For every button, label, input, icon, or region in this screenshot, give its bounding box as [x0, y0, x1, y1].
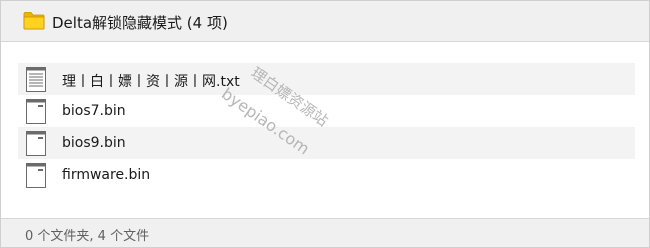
bin-file-icon: [26, 99, 46, 124]
file-list-window: Delta解锁隐藏模式 (4 项) 理丨白丨嫖丨资丨源丨网.txt bios7.…: [0, 0, 650, 248]
bin-file-icon: [26, 163, 46, 188]
file-row-bios9[interactable]: bios9.bin: [18, 127, 635, 159]
file-name: 理丨白丨嫖丨资丨源丨网.txt: [62, 74, 240, 90]
folder-title: Delta解锁隐藏模式 (4 项): [52, 14, 228, 32]
file-name: firmware.bin: [62, 167, 151, 183]
status-bar: 0 个文件夹, 4 个文件: [1, 218, 649, 247]
file-name: bios7.bin: [62, 103, 126, 119]
folder-header: Delta解锁隐藏模式 (4 项): [1, 1, 649, 42]
text-file-icon: [26, 67, 46, 92]
file-name: bios9.bin: [62, 135, 126, 151]
folder-icon: [23, 12, 45, 30]
file-row-bios7[interactable]: bios7.bin: [18, 95, 635, 127]
file-row-txt[interactable]: 理丨白丨嫖丨资丨源丨网.txt: [18, 63, 635, 95]
file-list: 理丨白丨嫖丨资丨源丨网.txt bios7.bin bios9.bin firm…: [18, 63, 635, 191]
status-text: 0 个文件夹, 4 个文件: [25, 229, 150, 244]
file-row-firmware[interactable]: firmware.bin: [18, 159, 635, 191]
bin-file-icon: [26, 131, 46, 156]
